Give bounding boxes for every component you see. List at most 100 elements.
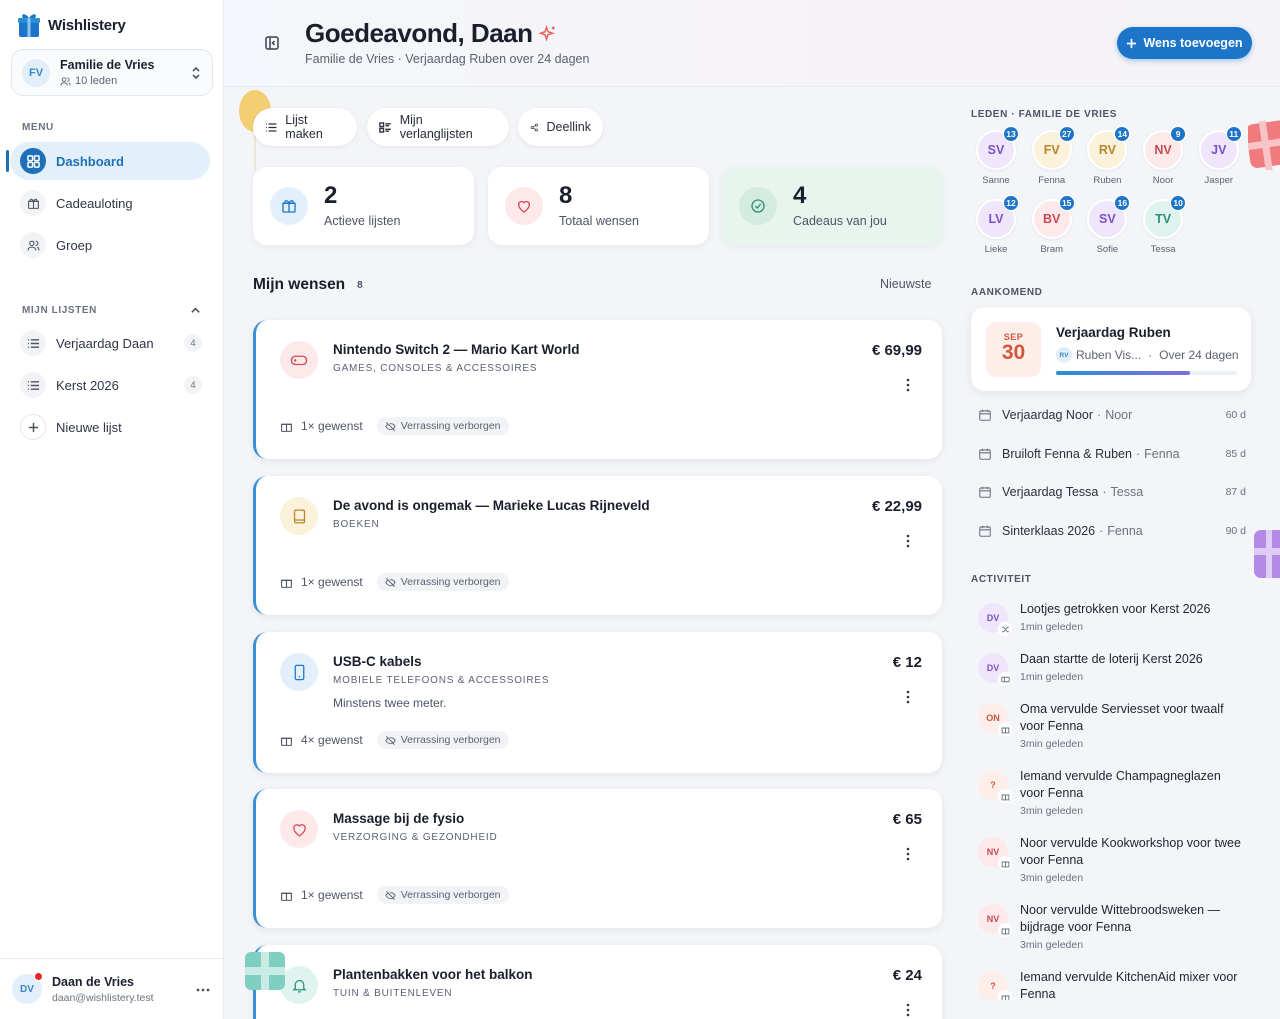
member-tessa[interactable]: TV 10 Tessa — [1135, 195, 1191, 255]
member-name: Ruben — [1093, 175, 1122, 186]
check-circle-icon — [739, 187, 777, 225]
activity-item: NV Noor vervulde Kookworkshop voor twee v… — [978, 835, 1248, 885]
member-bram[interactable]: BV 15 Bram — [1024, 195, 1080, 255]
event-days: 85 d — [1225, 447, 1246, 460]
sidebar-item-cadeauloting[interactable]: Cadeauloting — [10, 184, 210, 222]
calendar-icon — [979, 448, 991, 460]
wishes-section-title: Mijn wensen 8 — [253, 276, 363, 294]
gift-icon — [1001, 727, 1009, 733]
eye-off-icon — [385, 577, 396, 587]
share-link-button[interactable]: Deellink — [518, 108, 603, 146]
member-jasper[interactable]: JV 11 Jasper — [1191, 126, 1247, 186]
list-icon — [265, 122, 277, 132]
wish-category: TUIN & BUITENLEVEN — [333, 988, 453, 999]
user-profile[interactable]: DV Daan de Vries daan@wishlistery.test — [0, 958, 224, 1019]
event-title: Verjaardag Ruben — [1056, 325, 1171, 340]
activity-initials: DV — [986, 613, 1000, 623]
gamepad-icon — [280, 341, 318, 379]
sidebar-item-dashboard[interactable]: Dashboard — [10, 142, 210, 180]
more-vertical-icon[interactable] — [905, 378, 911, 392]
member-ruben[interactable]: RV 14 Ruben — [1079, 126, 1135, 186]
upcoming-event[interactable]: Sinterklaas 2026 · Fenna 90 d — [978, 524, 1246, 538]
wishes-count: 8 — [357, 279, 363, 291]
add-wish-button[interactable]: Wens toevoegen — [1117, 27, 1252, 59]
notification-dot — [34, 972, 43, 981]
activity-text: Oma vervulde Serviesset voor twaalf voor… — [1020, 702, 1224, 733]
create-list-button[interactable]: Lijst maken — [253, 108, 357, 146]
more-horizontal-icon[interactable] — [196, 988, 210, 992]
surprise-hidden-badge: Verrassing verborgen — [376, 417, 509, 435]
members-label: LEDEN · FAMILIE DE VRIES — [971, 109, 1118, 120]
event-person: Fenna — [1107, 523, 1143, 538]
stat-value: 4 — [793, 182, 807, 209]
bell-icon — [280, 966, 318, 1004]
stat-gifts-from-you: 4 Cadeaus van jou — [722, 167, 943, 245]
wish-quantity: 4× gewenst — [301, 733, 363, 747]
wish-card[interactable]: De avond is ongemak — Marieke Lucas Rijn… — [253, 476, 942, 615]
member-avatar: NV 9 — [1143, 126, 1187, 170]
activity-time: 3min geleden — [1020, 871, 1084, 884]
member-name: Fenna — [1038, 175, 1066, 186]
sidebar-item-label: Groep — [56, 237, 93, 253]
more-vertical-icon[interactable] — [905, 690, 911, 704]
upcoming-highlight-card[interactable]: SEP 30 Verjaardag Ruben RV Ruben Vis... … — [971, 307, 1251, 391]
users-icon — [60, 76, 71, 86]
gift-icon — [281, 737, 292, 746]
upcoming-event[interactable]: Bruiloft Fenna & Ruben · Fenna 85 d — [978, 447, 1246, 461]
wish-card[interactable]: Nintendo Switch 2 — Mario Kart World GAM… — [253, 320, 942, 459]
member-sofie[interactable]: SV 16 Sofie — [1079, 195, 1135, 255]
sidebar-item-groep[interactable]: Groep — [10, 226, 210, 264]
activity-item: DV Lootjes getrokken voor Kerst 2026 1min … — [978, 601, 1248, 636]
member-name: Noor — [1152, 175, 1174, 186]
surprise-hidden-badge: Verrassing verborgen — [376, 731, 509, 749]
member-lieke[interactable]: LV 12 Lieke — [968, 195, 1024, 255]
list-count-badge: 4 — [184, 334, 202, 352]
eye-off-icon — [385, 890, 396, 900]
surprise-label: Verrassing verborgen — [400, 420, 501, 432]
sidebar-list-verjaardag-daan[interactable]: Verjaardag Daan 4 — [10, 324, 210, 362]
stat-value: 8 — [559, 182, 573, 209]
user-name: Daan de Vries — [52, 974, 134, 989]
activity-avatar: ? — [978, 770, 1012, 803]
member-avatar: SV 13 — [976, 126, 1019, 170]
activity-text: Noor vervulde Wittebroodsweken — bijdrag… — [1020, 903, 1221, 934]
activity-text: Lootjes getrokken voor Kerst 2026 — [1020, 602, 1211, 616]
wish-card[interactable]: Plantenbakken voor het balkon TUIN & BUI… — [253, 945, 942, 1019]
active-indicator — [6, 150, 9, 172]
member-noor[interactable]: NV 9 Noor — [1135, 126, 1191, 186]
calendar-icon — [979, 486, 991, 498]
member-initials: TV — [1155, 212, 1172, 226]
wish-quantity: 1× gewenst — [301, 419, 363, 433]
sidebar-toggle-icon[interactable] — [264, 35, 280, 51]
member-wish-count-badge: 27 — [1058, 126, 1075, 142]
upcoming-event[interactable]: Verjaardag Tessa · Tessa 87 d — [978, 485, 1246, 499]
member-wish-count-badge: 13 — [1003, 126, 1019, 142]
activity-initials: NV — [986, 914, 1000, 924]
member-sanne[interactable]: SV 13 Sanne — [968, 126, 1024, 186]
more-vertical-icon[interactable] — [905, 847, 911, 861]
more-vertical-icon[interactable] — [905, 1003, 911, 1017]
more-vertical-icon[interactable] — [905, 534, 911, 548]
event-days: 87 d — [1225, 486, 1246, 498]
upcoming-event[interactable]: Verjaardag Noor · Noor 60 d — [978, 408, 1246, 422]
activity-item: NV Noor vervulde Wittebroodsweken — bijdr… — [978, 902, 1248, 952]
wish-card[interactable]: USB-C kabels MOBIELE TELEFOONS & ACCESSO… — [253, 632, 942, 773]
chevron-up-icon[interactable] — [190, 305, 201, 316]
new-list-button[interactable]: Nieuwe lijst — [10, 408, 210, 446]
page-subtitle: Familie de Vries · Verjaardag Ruben over… — [305, 52, 590, 66]
app-name: Wishlistery — [48, 16, 126, 34]
family-switcher[interactable]: FV Familie de Vries 10 leden — [11, 49, 213, 96]
wish-category: GAMES, CONSOLES & ACCESSOIRES — [333, 363, 538, 374]
member-avatar: BV 15 — [1031, 195, 1075, 239]
brand[interactable]: Wishlistery — [18, 12, 126, 38]
menu-label: MENU — [22, 122, 54, 133]
my-wishlists-button[interactable]: Mijn verlanglijsten — [367, 108, 509, 146]
activity-text: Daan startte de loterij Kerst 2026 — [1020, 652, 1203, 666]
wish-card[interactable]: Massage bij de fysio VERZORGING & GEZOND… — [253, 789, 942, 928]
user-initials: DV — [20, 983, 34, 995]
sort-dropdown[interactable]: Nieuwste — [880, 277, 931, 291]
sidebar-list-kerst-2026[interactable]: Kerst 2026 4 — [10, 366, 210, 404]
member-fenna[interactable]: FV 27 Fenna — [1024, 126, 1080, 186]
surprise-label: Verrassing verborgen — [400, 576, 501, 588]
wish-title: Nintendo Switch 2 — Mario Kart World — [333, 342, 580, 357]
